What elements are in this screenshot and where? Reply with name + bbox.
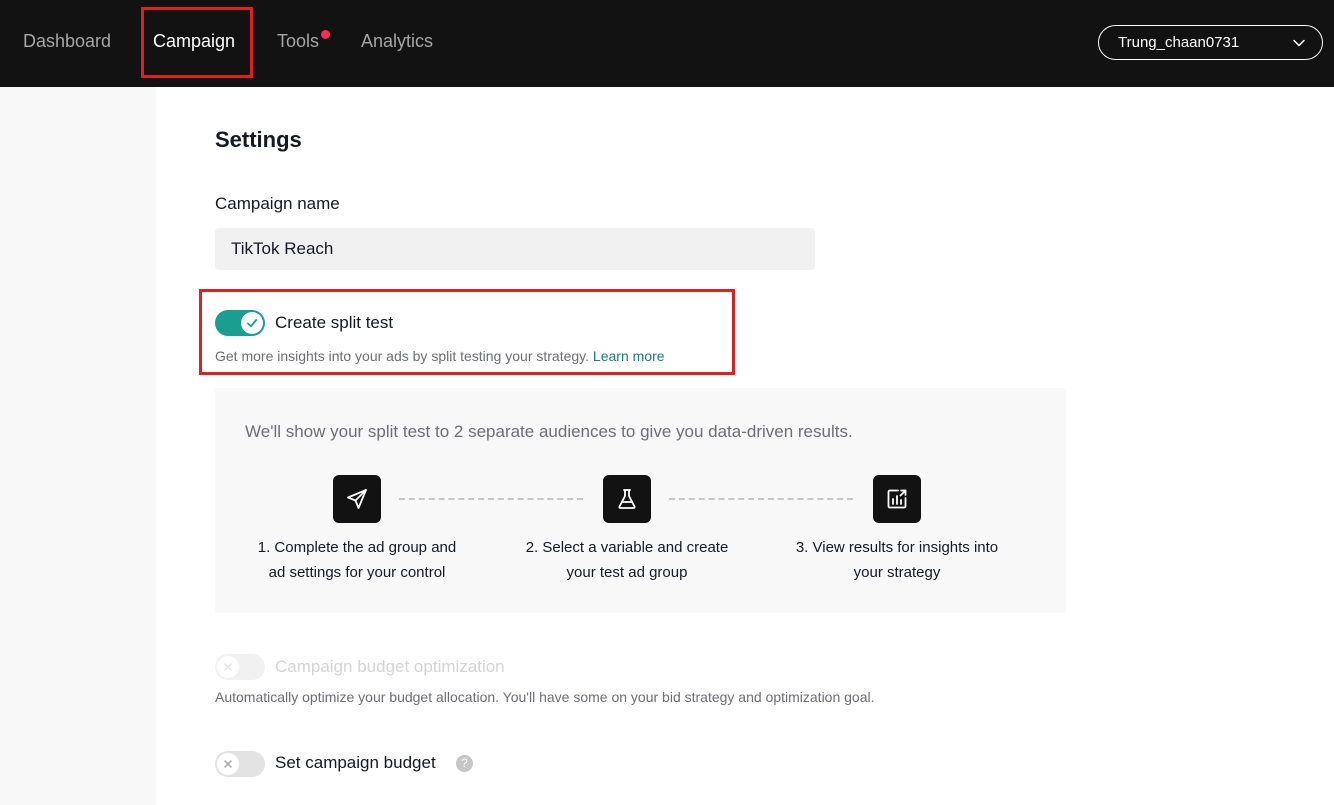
split-test-label: Create split test [275, 313, 394, 332]
campaign-budget-optimization-label: Campaign budget optimization [275, 657, 505, 676]
step-line: 2. Select a variable and create [525, 539, 729, 556]
campaign-name-input[interactable] [215, 228, 815, 270]
nav-item-tools[interactable]: Tools [277, 30, 319, 52]
campaign-highlight-box [141, 7, 253, 78]
tools-notification-dot [321, 30, 330, 39]
page-title: Settings [215, 127, 302, 152]
check-icon [247, 319, 258, 328]
split-test-description-text: Get more insights into your ads by split… [215, 348, 590, 364]
top-navigation-bar: Dashboard Campaign Tools Analytics Trung… [0, 0, 1334, 87]
step-line: your test ad group [566, 564, 688, 581]
send-icon [333, 475, 381, 523]
split-test-info-box: We'll show your split test to 2 separate… [215, 388, 1066, 613]
learn-more-link[interactable]: Learn more [593, 348, 665, 364]
campaign-name-label: Campaign name [215, 194, 340, 213]
step-line: your strategy [853, 564, 941, 581]
help-icon[interactable]: ? [456, 755, 473, 772]
step-connector [399, 498, 583, 500]
step-connector [669, 498, 853, 500]
split-test-info-text: We'll show your split test to 2 separate… [245, 422, 853, 441]
step-description: 1. Complete the ad group and ad settings… [237, 535, 477, 585]
campaign-budget-optimization-toggle [215, 654, 265, 680]
step-line: 3. View results for insights into [795, 539, 999, 556]
nav-item-dashboard[interactable]: Dashboard [23, 30, 111, 52]
toggle-knob [241, 312, 263, 334]
account-name: Trung_chaan0731 [1118, 34, 1240, 51]
settings-panel: Settings Campaign name Create split test… [156, 87, 1334, 805]
step-line: ad settings for your control [268, 564, 446, 581]
toggle-knob [217, 656, 239, 678]
account-switcher[interactable]: Trung_chaan0731 [1098, 25, 1323, 60]
chevron-down-icon [1293, 39, 1305, 47]
step-description: 2. Select a variable and create your tes… [507, 535, 747, 585]
split-test-toggle[interactable] [215, 310, 265, 336]
set-campaign-budget-label: Set campaign budget [275, 753, 436, 772]
toggle-knob [217, 753, 239, 775]
chart-icon [873, 475, 921, 523]
set-campaign-budget-toggle[interactable] [215, 751, 265, 777]
step-line: 1. Complete the ad group and [257, 539, 457, 556]
close-icon [224, 760, 232, 768]
flask-icon [603, 475, 651, 523]
step-description: 3. View results for insights into your s… [777, 535, 1017, 585]
nav-item-analytics[interactable]: Analytics [361, 30, 433, 52]
left-panel-background [0, 87, 156, 805]
close-icon [224, 663, 232, 671]
campaign-budget-optimization-description: Automatically optimize your budget alloc… [215, 689, 875, 705]
split-test-description: Get more insights into your ads by split… [215, 348, 665, 364]
